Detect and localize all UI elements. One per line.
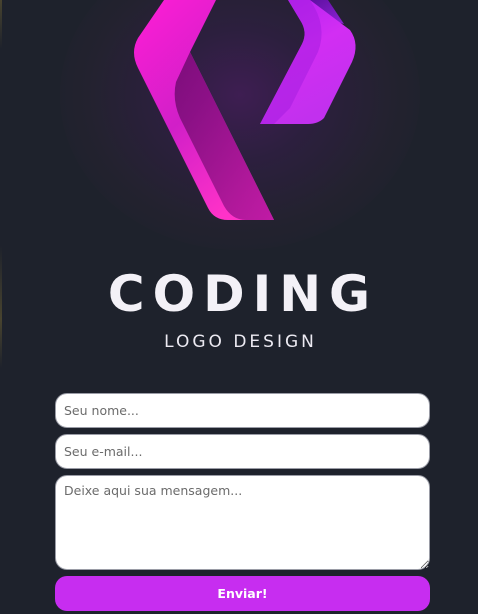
submit-button[interactable]: Enviar! bbox=[55, 576, 430, 611]
logo-mark-icon bbox=[128, 0, 368, 225]
name-input[interactable] bbox=[55, 393, 430, 428]
email-input[interactable] bbox=[55, 434, 430, 469]
message-textarea[interactable] bbox=[55, 475, 430, 570]
brand-subtitle: LOGO DESIGN bbox=[164, 332, 317, 352]
contact-form: Enviar! bbox=[55, 393, 430, 611]
brand-title: CODING bbox=[107, 265, 379, 323]
